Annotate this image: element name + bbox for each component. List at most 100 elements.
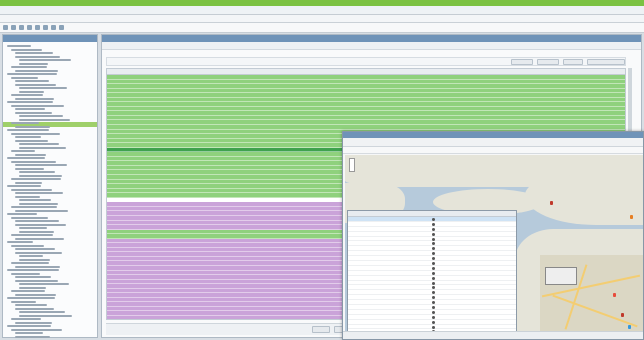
tree-item[interactable] [19, 146, 66, 149]
tree-item[interactable] [15, 108, 45, 110]
tree-item[interactable] [11, 150, 35, 152]
menu-item[interactable] [37, 16, 51, 21]
map-pin-icon[interactable] [628, 325, 631, 329]
tree-item[interactable] [19, 283, 69, 285]
delivery-list-overlay[interactable] [347, 210, 517, 331]
tree-item[interactable] [11, 132, 60, 135]
tree-item[interactable] [15, 248, 55, 250]
filter-button[interactable] [563, 59, 583, 65]
tree-item[interactable] [11, 206, 57, 208]
tree-item[interactable] [11, 272, 40, 275]
tree-item[interactable] [19, 171, 55, 173]
toolbar-icon[interactable] [51, 25, 56, 30]
tree-item[interactable] [15, 80, 49, 82]
toolbar-icon[interactable] [27, 25, 32, 30]
tree-item[interactable] [19, 286, 46, 289]
map-pin-icon[interactable] [630, 215, 633, 219]
filter-button[interactable] [511, 59, 533, 65]
toolbar-icon[interactable] [11, 25, 16, 30]
tree-item[interactable] [15, 279, 58, 282]
tree-item[interactable] [15, 111, 52, 114]
tree-item[interactable] [7, 269, 59, 271]
tree-item[interactable] [15, 136, 41, 138]
tree-item[interactable] [15, 209, 68, 212]
tree-item[interactable] [15, 167, 44, 170]
map-pin-icon[interactable] [550, 201, 553, 205]
navigation-tree[interactable] [3, 42, 97, 338]
tree-item[interactable] [7, 101, 53, 103]
tree-item[interactable] [19, 255, 43, 257]
map-view[interactable] [345, 155, 643, 331]
tree-item[interactable] [15, 83, 56, 86]
tree-item[interactable] [15, 304, 47, 306]
tree-item[interactable] [11, 234, 53, 236]
tree-item[interactable] [7, 325, 51, 327]
tree-item[interactable] [19, 59, 71, 61]
tree-item[interactable] [19, 62, 48, 65]
tree-item[interactable] [15, 307, 54, 310]
tree-item[interactable] [19, 311, 65, 313]
tree-item[interactable] [11, 160, 56, 163]
tree-item[interactable] [7, 73, 57, 75]
toolbar-icon[interactable] [59, 25, 64, 30]
tree-item[interactable] [19, 87, 67, 89]
tree-item[interactable] [15, 195, 40, 198]
tree-item[interactable] [11, 262, 49, 264]
tree-item[interactable] [11, 66, 47, 68]
tree-item[interactable] [7, 45, 31, 47]
tree-item[interactable] [19, 115, 63, 117]
tree-item[interactable] [11, 122, 39, 124]
tree-item[interactable] [15, 265, 60, 268]
menu-item[interactable] [54, 16, 68, 21]
tree-item[interactable] [7, 157, 45, 159]
filter-button[interactable] [537, 59, 559, 65]
tree-item[interactable] [15, 181, 42, 184]
tree-item[interactable] [19, 227, 47, 229]
tree-item[interactable] [11, 290, 45, 292]
map-pin-icon[interactable] [621, 313, 624, 317]
tree-item[interactable] [15, 276, 51, 278]
footer-button[interactable] [312, 326, 330, 333]
tree-item[interactable] [7, 213, 37, 215]
tree-item[interactable] [15, 220, 59, 222]
filter-dropdown[interactable] [587, 59, 625, 65]
tree-item[interactable] [15, 335, 50, 338]
tree-item[interactable] [19, 174, 62, 177]
tree-item[interactable] [19, 258, 50, 261]
tree-item[interactable] [11, 48, 42, 51]
toolbar-icon[interactable] [3, 25, 8, 30]
tree-item[interactable] [15, 164, 67, 166]
menu-item[interactable] [71, 16, 85, 21]
toolbar-icon[interactable] [35, 25, 40, 30]
tree-item[interactable] [11, 300, 36, 303]
tree-item[interactable] [19, 314, 72, 317]
tree-item[interactable] [11, 94, 43, 96]
tree-item[interactable] [15, 223, 66, 226]
menu-item[interactable] [20, 16, 34, 21]
tree-item[interactable] [11, 76, 38, 79]
tree-item[interactable] [15, 251, 62, 254]
tree-item[interactable] [15, 237, 64, 240]
tree-item[interactable] [7, 241, 33, 243]
tree-item[interactable] [15, 153, 46, 156]
tree-item[interactable] [15, 293, 56, 296]
tree-item[interactable] [15, 125, 50, 128]
map-pin-icon[interactable] [613, 293, 616, 297]
tree-item[interactable] [15, 321, 52, 324]
toolbar-icon[interactable] [19, 25, 24, 30]
tree-item[interactable] [19, 230, 54, 233]
menu-item[interactable] [3, 16, 17, 21]
tree-item[interactable] [7, 129, 49, 131]
tree-item[interactable] [15, 332, 43, 334]
tree-item[interactable] [15, 139, 48, 142]
tree-item[interactable] [15, 97, 54, 100]
tree-item[interactable] [19, 90, 44, 93]
toolbar-icon[interactable] [43, 25, 48, 30]
tree-item[interactable] [11, 244, 44, 247]
tree-item[interactable] [19, 118, 70, 121]
tree-item[interactable] [19, 199, 51, 201]
tree-item[interactable] [15, 55, 60, 58]
tree-item[interactable] [11, 188, 52, 191]
tree-item[interactable] [15, 69, 58, 72]
tree-item[interactable] [15, 192, 63, 194]
